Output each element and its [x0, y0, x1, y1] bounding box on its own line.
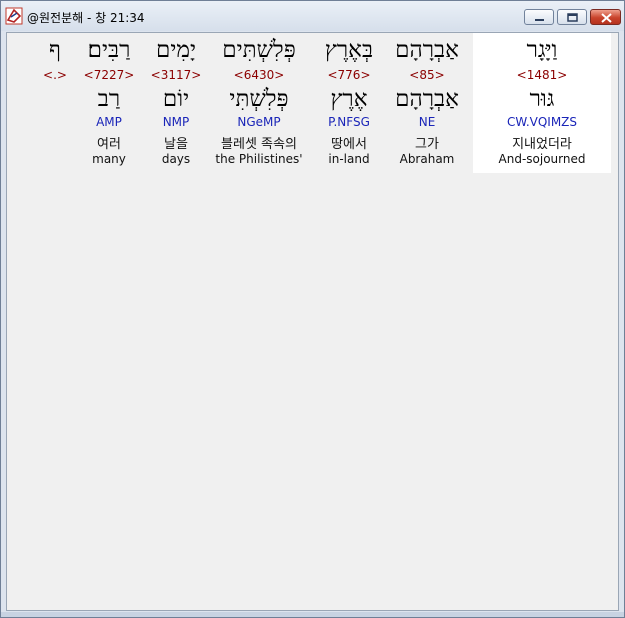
app-logo-icon: [5, 7, 23, 25]
english-gloss: Abraham: [399, 152, 455, 166]
hebrew-lemma: יוֹם: [162, 86, 190, 112]
english-gloss: And-sojourned: [498, 152, 586, 166]
morphology-code: P.NFSG: [328, 115, 370, 129]
app-window: @원전분해 - 창 21:34 וַיָּגָר <1481> גּוּר CW…: [0, 0, 625, 618]
word-column-7[interactable]: ף <.>: [39, 33, 71, 173]
morphology-code: CW.VQIMZS: [506, 115, 578, 129]
hebrew-lemma: אֶרֶץ: [330, 86, 368, 112]
hebrew-lemma: אַבְרָהָם: [395, 86, 459, 112]
morphology-code: NE: [418, 115, 436, 129]
hebrew-surface: פְּלִשְׁתִּים: [222, 37, 296, 63]
strong-number[interactable]: <776>: [314, 68, 384, 82]
english-gloss: the Philistines': [215, 152, 303, 166]
strong-number[interactable]: <.>: [39, 68, 71, 82]
word-column-4[interactable]: פְּלִשְׁתִּים <6430> פְּלִשְׁתִּי NGeMP …: [207, 33, 311, 173]
minimize-icon: [535, 19, 544, 21]
strong-number[interactable]: <1481>: [473, 68, 611, 82]
morphology-code: NMP: [162, 115, 190, 129]
window-title: @원전분해 - 창 21:34: [27, 11, 145, 25]
strong-number[interactable]: <3117>: [149, 68, 203, 82]
word-column-3[interactable]: בְּאֶרֶץ <776> אֶרֶץ P.NFSG 땅에서 in-land: [314, 33, 384, 173]
korean-gloss: 지내었더라: [512, 137, 572, 152]
close-button[interactable]: [590, 9, 621, 25]
hebrew-surface: רַבִּים׃: [87, 37, 131, 63]
korean-gloss: 땅에서: [331, 137, 367, 152]
hebrew-surface: וַיָּגָר: [526, 37, 558, 63]
korean-gloss: 블레셋 족속의: [221, 137, 297, 152]
english-gloss: in-land: [328, 152, 370, 166]
word-column-6[interactable]: רַבִּים׃ <7227> רַב AMP 여러 many: [79, 33, 139, 173]
maximize-button[interactable]: [557, 9, 587, 25]
word-column-5[interactable]: יָמִים <3117> יוֹם NMP 날을 days: [149, 33, 203, 173]
minimize-button[interactable]: [524, 9, 554, 25]
maximize-icon: [567, 13, 578, 22]
korean-gloss: 날을: [164, 137, 188, 152]
hebrew-surface: אַבְרָהָם: [395, 37, 459, 63]
interlinear-view[interactable]: וַיָּגָר <1481> גּוּר CW.VQIMZS 지내었더라 An…: [6, 32, 619, 611]
hebrew-surface: יָמִים: [155, 37, 197, 63]
korean-gloss: 여러: [97, 137, 121, 152]
strong-number[interactable]: <7227>: [79, 68, 139, 82]
word-column-1[interactable]: וַיָּגָר <1481> גּוּר CW.VQIMZS 지내었더라 An…: [473, 33, 611, 173]
hebrew-surface: ף: [49, 37, 61, 63]
strong-number[interactable]: <85>: [387, 68, 467, 82]
english-gloss: days: [161, 152, 191, 166]
hebrew-surface: בְּאֶרֶץ: [324, 37, 374, 63]
title-bar[interactable]: @원전분해 - 창 21:34: [1, 1, 624, 31]
hebrew-lemma: פְּלִשְׁתִּי: [229, 86, 289, 112]
window-bottom-border: [1, 612, 624, 617]
close-icon: [601, 13, 612, 23]
morphology-code: AMP: [96, 115, 122, 129]
hebrew-lemma: רַב: [97, 86, 121, 112]
korean-gloss: 그가: [415, 137, 439, 152]
english-gloss: many: [92, 152, 126, 166]
word-column-2[interactable]: אַבְרָהָם <85> אַבְרָהָם NE 그가 Abraham: [387, 33, 467, 173]
morphology-code: NGeMP: [237, 115, 281, 129]
strong-number[interactable]: <6430>: [207, 68, 311, 82]
hebrew-lemma: גּוּר: [529, 86, 555, 112]
